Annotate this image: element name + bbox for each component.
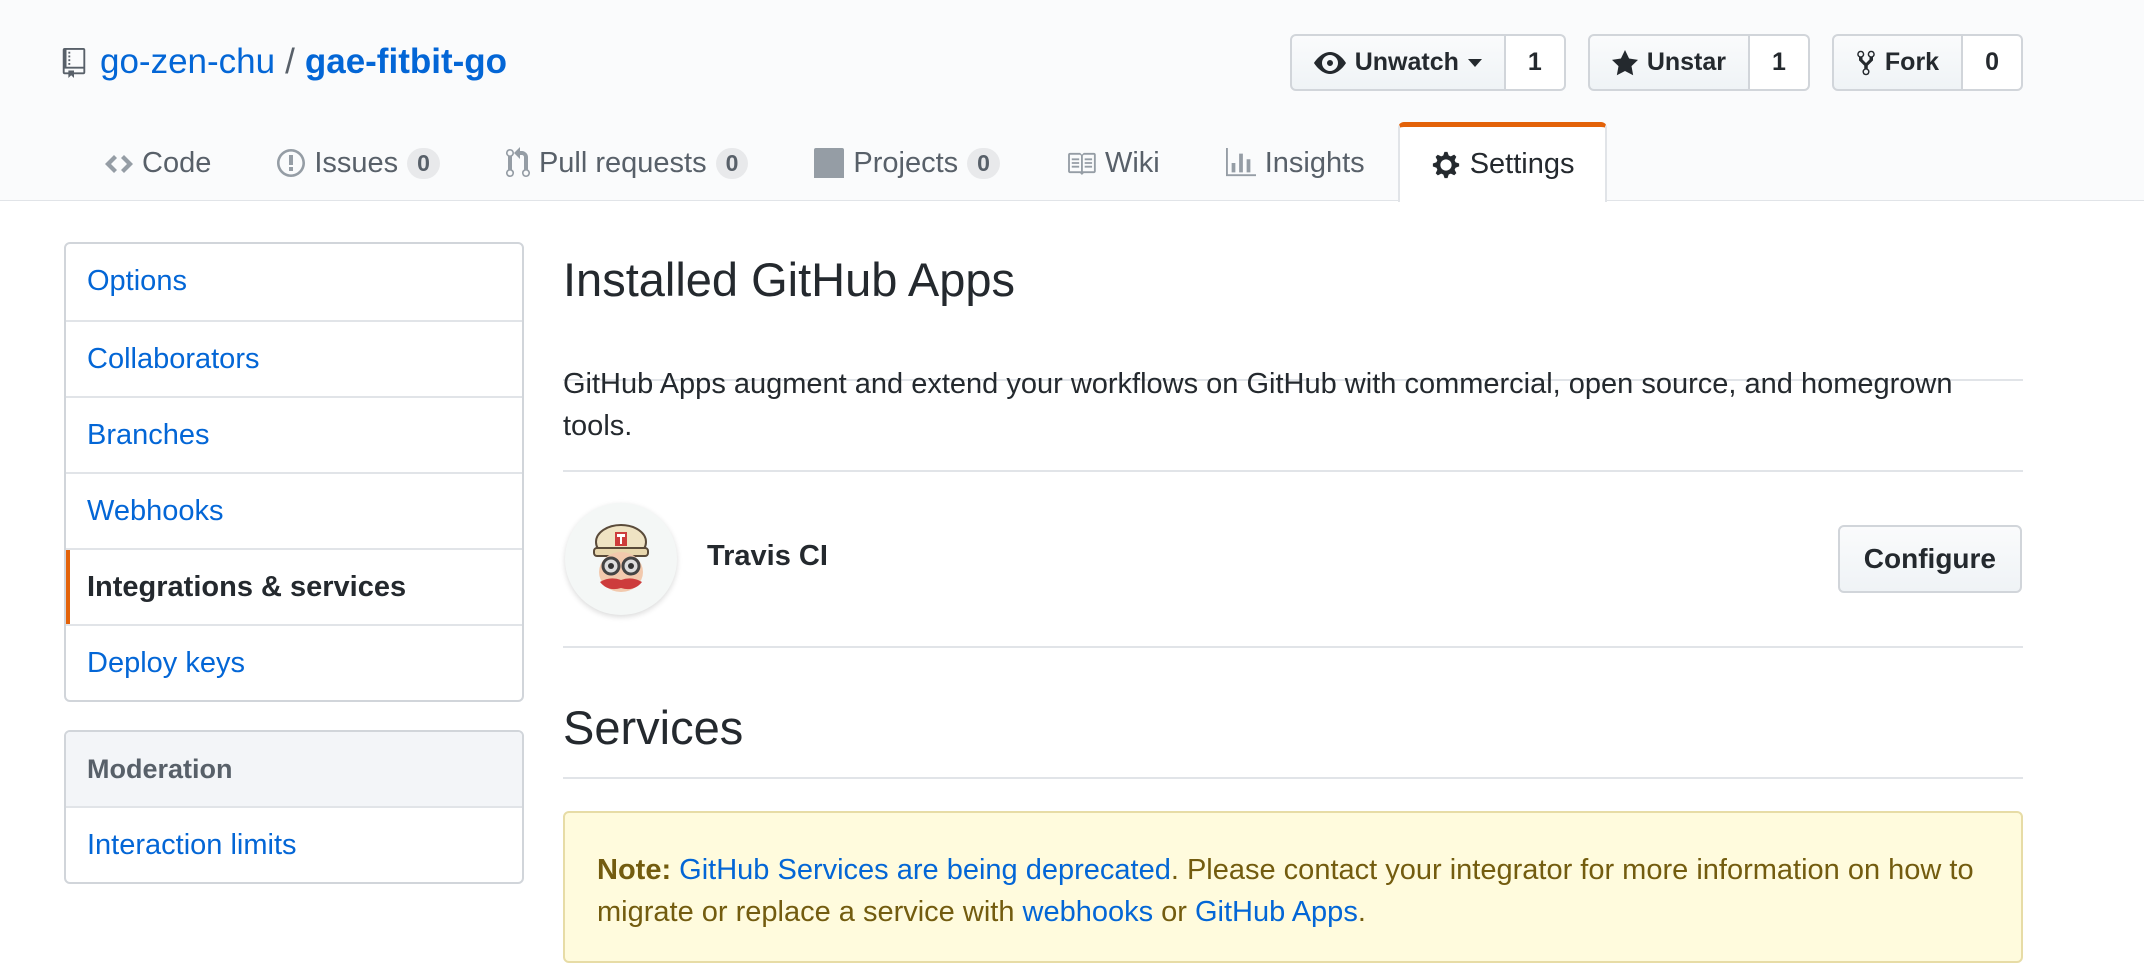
moderation-menu: Moderation Interaction limits <box>64 730 524 884</box>
repo-forked-icon <box>1857 50 1875 75</box>
services-title: Services <box>563 701 744 754</box>
tab-code[interactable]: Code <box>72 122 244 202</box>
sidebar-item-interaction-limits[interactable]: Interaction limits <box>66 806 522 882</box>
services-subhead: Services <box>563 698 2023 779</box>
unstar-button[interactable]: Unstar <box>1587 34 1750 91</box>
configure-button[interactable]: Configure <box>1837 525 2022 593</box>
sidebar-item-deploy-keys[interactable]: Deploy keys <box>66 624 522 700</box>
tab-settings[interactable]: Settings <box>1397 122 1608 202</box>
installed-app-row: Travis CI Configure <box>563 470 2023 648</box>
repo-header: go-zen-chu / gae-fitbit-go Unwatch 1 Uns… <box>0 0 2144 202</box>
forks-count[interactable]: 0 <box>1963 34 2023 91</box>
watchers-count[interactable]: 1 <box>1505 34 1566 91</box>
project-icon <box>814 148 845 178</box>
projects-counter: 0 <box>967 147 1000 179</box>
settings-menu: Options Collaborators Branches Webhooks … <box>64 242 524 702</box>
apps-description: GitHub Apps augment and extend your work… <box>563 363 2023 472</box>
repo-actions: Unwatch 1 Unstar 1 Fork 0 <box>1289 34 2023 91</box>
stargazers-count[interactable]: 1 <box>1750 34 1810 91</box>
tab-projects-label: Projects <box>853 146 959 179</box>
note-label: Note: <box>597 854 672 886</box>
travis-ci-avatar <box>565 503 677 615</box>
repo-title: go-zen-chu / gae-fitbit-go <box>62 36 507 88</box>
repo-nav: Code Issues 0 Pull requests 0 Projects 0… <box>72 122 1608 202</box>
tab-issues[interactable]: Issues 0 <box>244 122 473 202</box>
tab-wiki-label: Wiki <box>1104 146 1160 179</box>
star-group: Unstar 1 <box>1587 34 1810 91</box>
tab-wiki[interactable]: Wiki <box>1033 122 1193 202</box>
tab-insights[interactable]: Insights <box>1193 122 1398 202</box>
apps-subhead: Installed GitHub Apps <box>563 250 2023 381</box>
github-apps-link[interactable]: GitHub Apps <box>1195 896 1358 928</box>
fork-button[interactable]: Fork <box>1831 34 1964 91</box>
deprecation-notice: Note: GitHub Services are being deprecat… <box>563 811 2023 963</box>
graph-icon <box>1225 148 1256 177</box>
sidebar-item-branches[interactable]: Branches <box>66 396 522 472</box>
repo-icon <box>62 47 86 78</box>
tab-projects[interactable]: Projects 0 <box>781 122 1033 202</box>
unstar-label: Unstar <box>1646 48 1726 76</box>
deprecation-link[interactable]: GitHub Services are being deprecated <box>679 854 1171 886</box>
issues-counter: 0 <box>407 147 440 179</box>
unwatch-label: Unwatch <box>1354 48 1459 76</box>
sidebar-item-webhooks[interactable]: Webhooks <box>66 472 522 548</box>
repo-owner-link[interactable]: go-zen-chu <box>100 42 275 82</box>
moderation-heading: Moderation <box>66 732 522 806</box>
eye-icon <box>1313 51 1346 74</box>
pull-requests-counter: 0 <box>715 147 749 179</box>
tab-issues-label: Issues <box>314 146 399 179</box>
watch-group: Unwatch 1 <box>1289 34 1566 91</box>
gear-icon <box>1432 151 1459 178</box>
chevron-down-icon <box>1467 58 1482 67</box>
sidebar-item-options[interactable]: Options <box>66 244 522 320</box>
star-icon <box>1611 49 1638 75</box>
tab-pull-requests[interactable]: Pull requests 0 <box>473 122 781 202</box>
issue-opened-icon <box>277 149 306 177</box>
tab-settings-label: Settings <box>1469 148 1575 180</box>
tab-code-label: Code <box>142 146 212 179</box>
tab-insights-label: Insights <box>1264 146 1365 179</box>
page-title: Installed GitHub Apps <box>563 253 1015 306</box>
sidebar-item-collaborators[interactable]: Collaborators <box>66 320 522 396</box>
travis-ci-logo-icon <box>593 524 649 592</box>
git-pull-request-icon <box>505 147 530 178</box>
book-icon <box>1068 152 1096 175</box>
code-icon <box>105 155 133 173</box>
sidebar-item-integrations-services[interactable]: Integrations & services <box>66 548 522 624</box>
app-name: Travis CI <box>707 540 828 572</box>
note-text-2: or <box>1153 896 1195 928</box>
path-separator: / <box>285 42 295 81</box>
fork-label: Fork <box>1884 48 1940 76</box>
note-text-3: . <box>1357 896 1366 928</box>
webhooks-link[interactable]: webhooks <box>1023 896 1154 928</box>
fork-group: Fork 0 <box>1831 34 2023 91</box>
repo-name-link[interactable]: gae-fitbit-go <box>305 42 507 82</box>
unwatch-button[interactable]: Unwatch <box>1289 34 1506 91</box>
tab-pull-requests-label: Pull requests <box>538 146 707 179</box>
